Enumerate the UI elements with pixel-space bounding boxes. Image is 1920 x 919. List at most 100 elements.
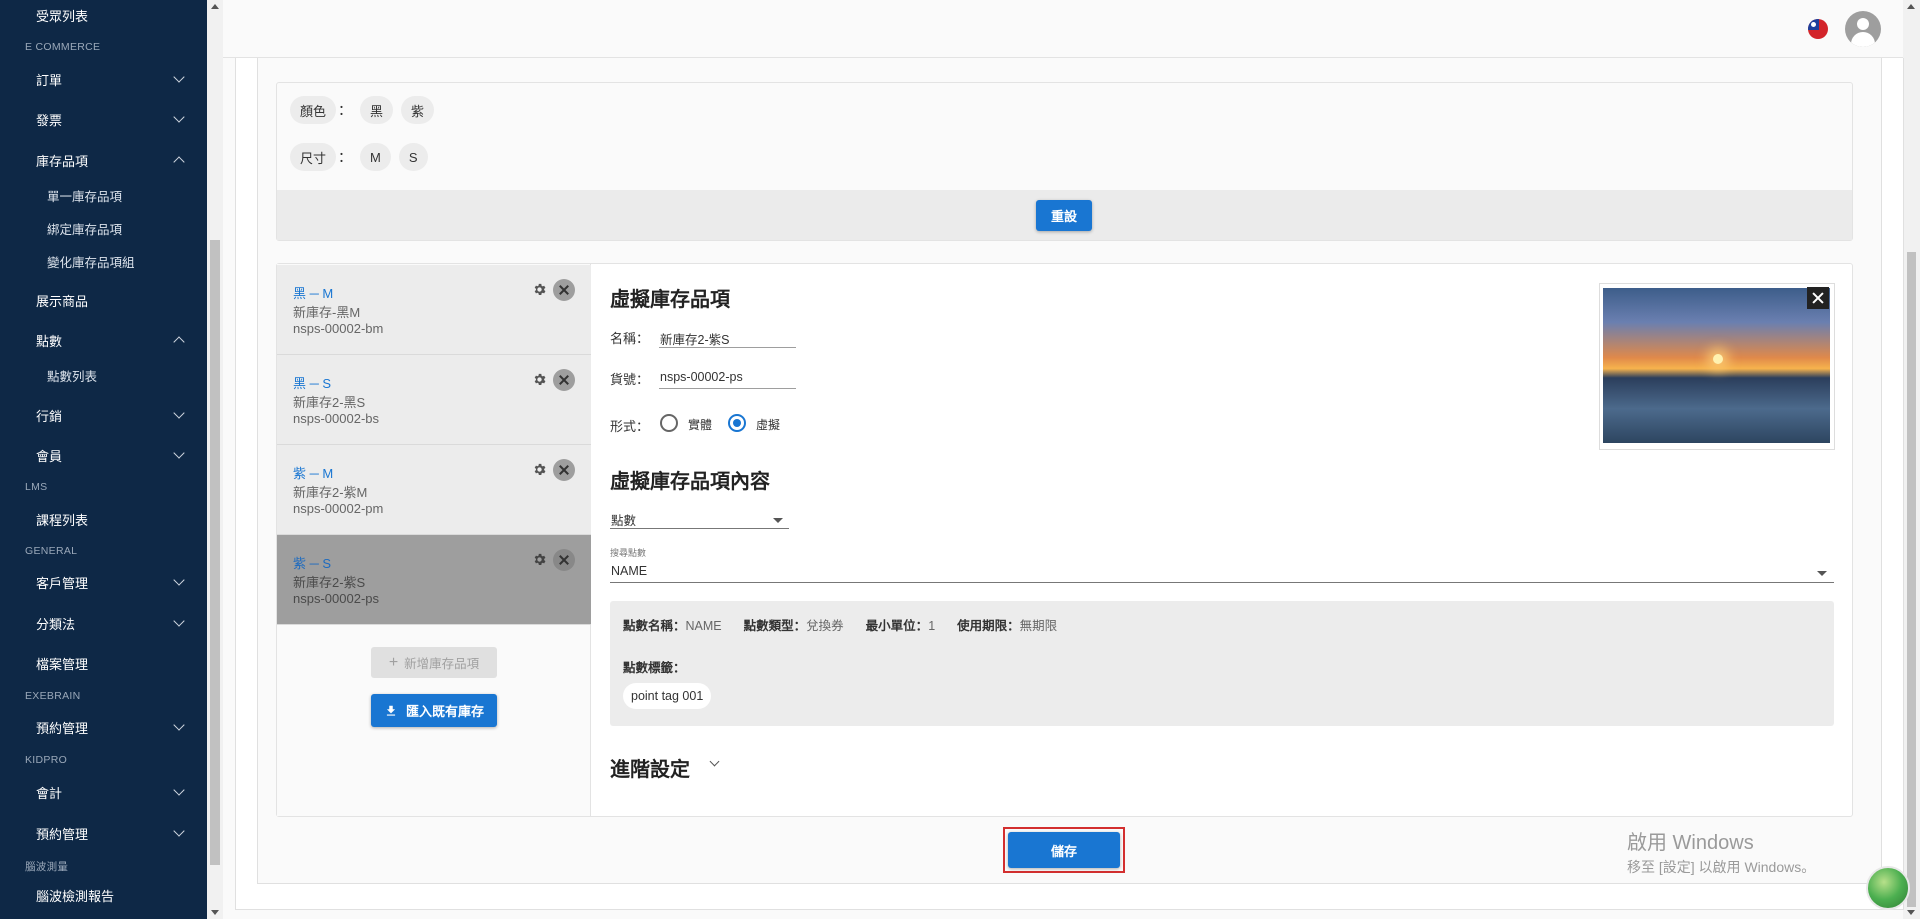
top-header (223, 0, 1903, 58)
remove-image-icon[interactable] (1807, 287, 1829, 309)
watermark-line2: 移至 [設定] 以啟用 Windows。 (1627, 859, 1816, 875)
chevron-up-icon (173, 156, 185, 168)
sidebar-scroll-thumb[interactable] (210, 240, 220, 865)
chevron-up-icon (173, 336, 185, 348)
section-lms: LMS (25, 481, 48, 493)
variant-title[interactable]: 黑 ─ M (293, 283, 333, 302)
chevron-down-icon (173, 574, 185, 586)
sidebar-item-booking-kidpro[interactable]: 預約管理 (36, 822, 187, 844)
sidebar-item-customers[interactable]: 客戶管理 (36, 571, 187, 593)
variant-title[interactable]: 黑 ─ S (293, 373, 331, 392)
sidebar-item-taxonomy[interactable]: 分類法 (36, 612, 187, 634)
sidebar-subitem-single[interactable]: 單一庫存品項 (47, 187, 122, 207)
sidebar-item-orders[interactable]: 訂單 (36, 68, 187, 90)
radio-virtual-label: 虛擬 (756, 418, 781, 432)
import-inventory-button[interactable]: 匯入既有庫存 (371, 694, 497, 727)
sidebar-item-inventory[interactable]: 庫存品項 (36, 149, 187, 171)
advanced-settings-label: 進階設定 (610, 759, 690, 781)
points-info-row: 點數名稱：NAME 點數類型：兌換券 最小單位：1 使用期限：無期限 (623, 615, 1057, 634)
sidebar-item-brainwave-report[interactable]: 腦波檢測報告 (36, 884, 187, 906)
search-points-select[interactable]: NAME (610, 561, 1834, 583)
sidebar-scrollbar[interactable] (207, 0, 223, 919)
points-tag-label: 點數標籤： (623, 661, 686, 675)
remove-variant-icon[interactable] (553, 549, 575, 571)
variant-list-item[interactable]: 紫 ─ M 新庫存2-紫M nsps-00002-pm (277, 445, 591, 535)
name-label: 名稱： (610, 331, 650, 346)
gear-icon[interactable] (532, 372, 547, 387)
color-chip-black[interactable]: 黑 (360, 96, 394, 124)
sidebar-subitem-bundle[interactable]: 綁定庫存品項 (47, 220, 122, 240)
detail-title: 虛擬庫存品項 (610, 289, 730, 311)
variant-name: 新庫存2-紫S (293, 575, 366, 590)
sidebar-item-accounting[interactable]: 會計 (36, 781, 187, 803)
remove-variant-icon[interactable] (553, 369, 575, 391)
sidebar-item-points[interactable]: 點數 (36, 329, 187, 351)
sidebar-subitem-points-list[interactable]: 點數列表 (47, 367, 97, 387)
dropdown-arrow-icon (773, 518, 783, 523)
scroll-up-arrow-icon[interactable] (1907, 4, 1915, 9)
points-tag-chip: point tag 001 (623, 683, 712, 709)
radio-virtual[interactable] (728, 414, 746, 432)
variant-sku: nsps-00002-bs (293, 411, 379, 426)
chevron-down-icon (173, 615, 185, 627)
chevron-down-icon (173, 719, 185, 731)
color-option-row: 顏色 ： 黑 紫 (290, 96, 442, 124)
sidebar-item-label: 點數 (36, 333, 63, 349)
gear-icon[interactable] (532, 282, 547, 297)
sidebar-item-showcase[interactable]: 展示商品 (36, 289, 187, 311)
sidebar-item-invoices[interactable]: 發票 (36, 108, 187, 130)
reset-button[interactable]: 重設 (1036, 200, 1092, 231)
advanced-settings-toggle[interactable]: 進階設定 (610, 753, 690, 782)
gear-icon[interactable] (532, 552, 547, 567)
floating-app-icon[interactable] (1866, 866, 1910, 910)
color-option-label: 顏色 (290, 96, 337, 124)
sku-label: 貨號： (610, 372, 650, 387)
size-chip-m[interactable]: M (360, 143, 391, 171)
taiwan-flag-icon[interactable] (1808, 19, 1828, 39)
gear-icon[interactable] (532, 462, 547, 477)
chevron-down-icon (173, 407, 185, 419)
save-button[interactable]: 儲存 (1008, 832, 1120, 868)
user-avatar-icon[interactable] (1845, 11, 1881, 47)
add-inventory-button[interactable]: + 新增庫存品項 (371, 647, 497, 678)
radio-physical[interactable] (660, 414, 678, 432)
sidebar-subitem-variant[interactable]: 變化庫存品項組 (47, 253, 135, 273)
section-general: GENERAL (25, 545, 78, 557)
sidebar-item-label: 行銷 (36, 408, 63, 424)
main-scrollbar[interactable] (1903, 0, 1920, 919)
sidebar-item-booking[interactable]: 預約管理 (36, 716, 187, 738)
search-points-label: 搜尋點數 (610, 548, 647, 558)
color-chip-purple[interactable]: 紫 (401, 96, 435, 124)
scroll-down-arrow-icon[interactable] (1907, 910, 1915, 915)
variant-list-item[interactable]: 黑 ─ M 新庫存-黑M nsps-00002-bm (277, 265, 591, 355)
variant-list-item[interactable]: 黑 ─ S 新庫存2-黑S nsps-00002-bs (277, 355, 591, 445)
chevron-down-icon (173, 111, 185, 123)
scroll-up-arrow-icon[interactable] (211, 4, 219, 9)
points-expiry-info: 使用期限：無期限 (957, 619, 1058, 633)
sidebar-item-members[interactable]: 會員 (36, 444, 187, 466)
variant-name: 新庫存2-黑S (293, 395, 366, 410)
main-scroll-thumb[interactable] (1907, 252, 1916, 907)
sku-field[interactable]: nsps-00002-ps (659, 367, 796, 389)
remove-variant-icon[interactable] (553, 279, 575, 301)
variant-name: 新庫存2-紫M (293, 485, 368, 500)
sidebar-item-files[interactable]: 檔案管理 (36, 652, 187, 674)
sidebar-item-marketing[interactable]: 行銷 (36, 404, 187, 426)
chevron-down-icon (173, 825, 185, 837)
points-name-info: 點數名稱：NAME (623, 619, 722, 633)
variant-title[interactable]: 紫 ─ S (293, 553, 331, 572)
sidebar-item-courses[interactable]: 課程列表 (36, 508, 187, 530)
size-chip-s[interactable]: S (398, 143, 428, 171)
variant-name: 新庫存-黑M (293, 305, 361, 320)
sidebar-item-audience-list[interactable]: 受眾列表 (36, 4, 187, 26)
variant-title[interactable]: 紫 ─ M (293, 463, 333, 482)
windows-activation-watermark: 啟用 Windows 移至 [設定] 以啟用 Windows。 (1627, 826, 1815, 877)
name-field[interactable]: 新庫存2-紫S (659, 326, 796, 348)
remove-variant-icon[interactable] (553, 459, 575, 481)
variant-list-item-selected[interactable]: 紫 ─ S 新庫存2-紫S nsps-00002-ps (277, 535, 591, 625)
variant-sku: nsps-00002-bm (293, 321, 384, 336)
scroll-down-arrow-icon[interactable] (211, 910, 219, 915)
content-type-select[interactable]: 點數 (610, 507, 789, 529)
variant-sku: nsps-00002-ps (293, 591, 379, 606)
sidebar-item-label: 檔案管理 (36, 656, 89, 672)
